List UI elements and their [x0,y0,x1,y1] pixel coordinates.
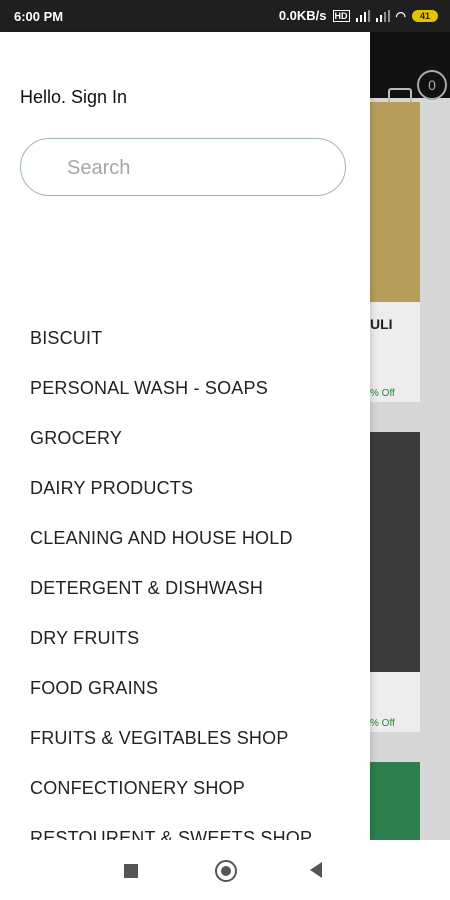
status-icons: 0.0KB/s HD ◠ 41 [279,8,438,23]
category-item[interactable]: DRY FRUITS [30,628,312,678]
category-item[interactable]: DAIRY PRODUCTS [30,478,312,528]
category-item[interactable]: FOOD GRAINS [30,678,312,728]
category-item[interactable]: BISCUIT [30,328,312,378]
category-item[interactable]: GROCERY [30,428,312,478]
home-circle-icon[interactable] [215,860,237,882]
volte-icon: HD [332,9,350,22]
category-item[interactable]: FRUITS & VEGITABLES SHOP [30,728,312,778]
discount-label: % Off [370,718,395,729]
system-nav-bar [0,840,450,900]
product-card[interactable]: ULI % Off [370,102,420,402]
product-card[interactable] [370,762,420,842]
battery-icon: 41 [412,9,438,22]
product-name: ULI [370,316,393,332]
cart-count-badge: 0 [417,70,447,100]
product-image [370,432,420,672]
recents-square-icon[interactable] [124,864,138,878]
category-list: BISCUIT PERSONAL WASH - SOAPS GROCERY DA… [30,328,312,840]
category-item[interactable]: DETERGENT & DISHWASH [30,578,312,628]
status-time: 6:00 PM [14,9,64,24]
category-item[interactable]: RESTOURENT & SWEETS SHOP [30,828,312,840]
category-item[interactable]: CONFECTIONERY SHOP [30,778,312,828]
product-card[interactable]: % Off [370,432,420,732]
back-triangle-icon[interactable] [310,862,322,878]
status-bar: 6:00 PM 0.0KB/s HD ◠ 41 [0,0,450,32]
navigation-drawer: Hello. Sign In BISCUIT PERSONAL WASH - S… [0,32,370,840]
signal-icon [375,9,390,22]
category-item[interactable]: PERSONAL WASH - SOAPS [30,378,312,428]
search-input[interactable] [65,149,329,187]
product-image [370,102,420,302]
net-speed: 0.0KB/s [278,8,327,23]
search-box[interactable] [20,138,346,196]
signal-icon [355,9,370,22]
product-image [370,762,420,842]
sign-in-link[interactable]: Hello. Sign In [20,87,127,108]
category-item[interactable]: CLEANING AND HOUSE HOLD [30,528,312,578]
wifi-icon: ◠ [395,8,406,23]
discount-label: % Off [370,388,395,399]
